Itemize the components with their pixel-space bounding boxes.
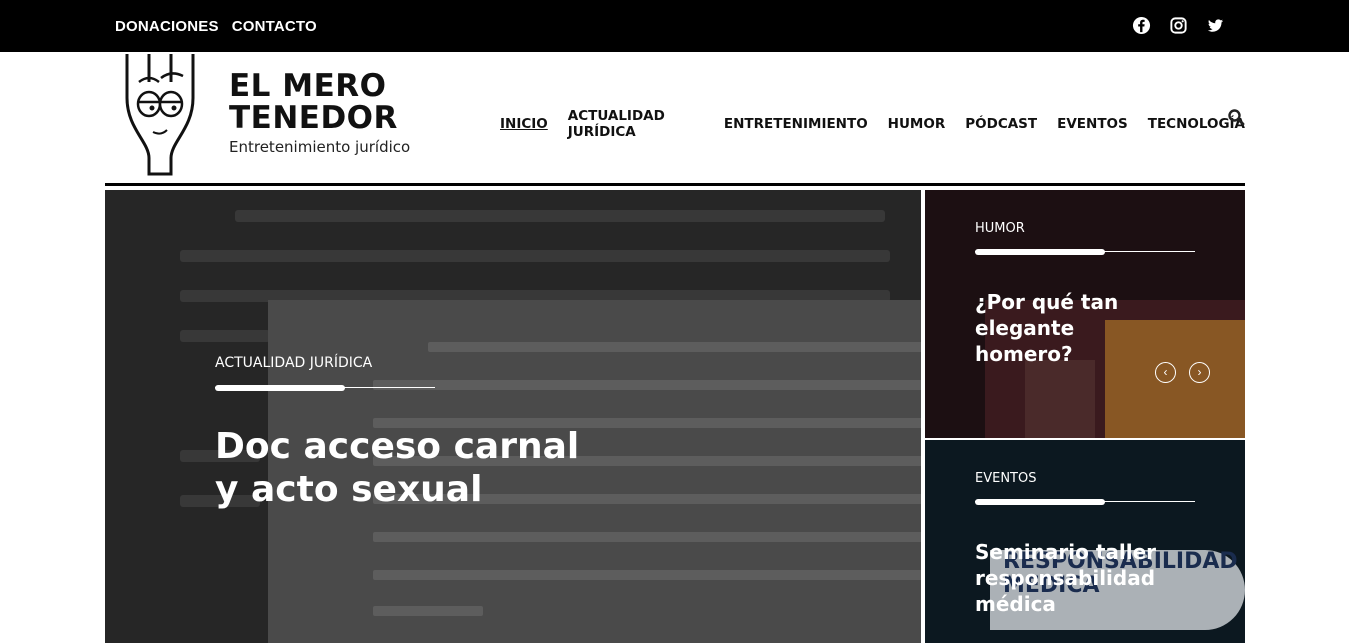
nav-item-humor[interactable]: HUMOR xyxy=(888,116,946,132)
brand-block[interactable]: EL MERO TENEDOR Entretenimiento jurídico xyxy=(229,70,410,156)
hero-title[interactable]: Doc acceso carnal y acto sexual xyxy=(215,425,595,511)
post-card-humor[interactable]: HUMOR ¿Por qué tan elegante homero? ‹ › xyxy=(925,190,1245,438)
nav-item-actualidad-juridica[interactable]: ACTUALIDAD JURÍDICA xyxy=(568,108,704,140)
social-links xyxy=(1132,16,1225,35)
top-link-donaciones[interactable]: DONACIONES xyxy=(115,18,219,35)
site-tagline: Entretenimiento jurídico xyxy=(229,138,411,156)
top-links: DONACIONES CONTACTO xyxy=(115,18,317,35)
nav-item-entretenimiento[interactable]: ENTRETENIMIENTO xyxy=(724,116,868,132)
top-bar: DONACIONES CONTACTO xyxy=(0,0,1349,52)
main-nav: INICIO ACTUALIDAD JURÍDICA ENTRETENIMIEN… xyxy=(500,108,1245,140)
nav-item-podcast[interactable]: PÓDCAST xyxy=(965,116,1037,132)
nav-item-eventos[interactable]: EVENTOS xyxy=(1057,116,1128,132)
top-link-contacto[interactable]: CONTACTO xyxy=(232,18,317,35)
card-category[interactable]: HUMOR xyxy=(975,221,1025,236)
header-divider xyxy=(105,183,1245,186)
next-arrow-icon[interactable]: › xyxy=(1189,362,1210,383)
card-category[interactable]: EVENTOS xyxy=(975,471,1036,486)
nav-item-inicio[interactable]: INICIO xyxy=(500,116,548,132)
site-header: EL MERO TENEDOR Entretenimiento jurídico… xyxy=(105,52,1245,186)
hero-category[interactable]: ACTUALIDAD JURÍDICA xyxy=(215,355,372,371)
post-card-eventos[interactable]: RESPONSABILIDAD MEDICA EVENTOS Seminario… xyxy=(925,440,1245,643)
facebook-icon[interactable] xyxy=(1132,16,1151,35)
site-title[interactable]: EL MERO TENEDOR xyxy=(229,70,410,134)
fork-mascot-logo[interactable] xyxy=(105,52,217,176)
card-title[interactable]: ¿Por qué tan elegante homero? xyxy=(975,289,1175,367)
prev-arrow-icon[interactable]: ‹ xyxy=(1155,362,1176,383)
card-title[interactable]: Seminario taller responsabilidad médica xyxy=(975,539,1175,617)
search-icon[interactable] xyxy=(1227,108,1245,126)
instagram-icon[interactable] xyxy=(1169,16,1188,35)
featured-post[interactable]: ACTUALIDAD JURÍDICA Doc acceso carnal y … xyxy=(105,190,921,643)
twitter-icon[interactable] xyxy=(1206,16,1225,35)
